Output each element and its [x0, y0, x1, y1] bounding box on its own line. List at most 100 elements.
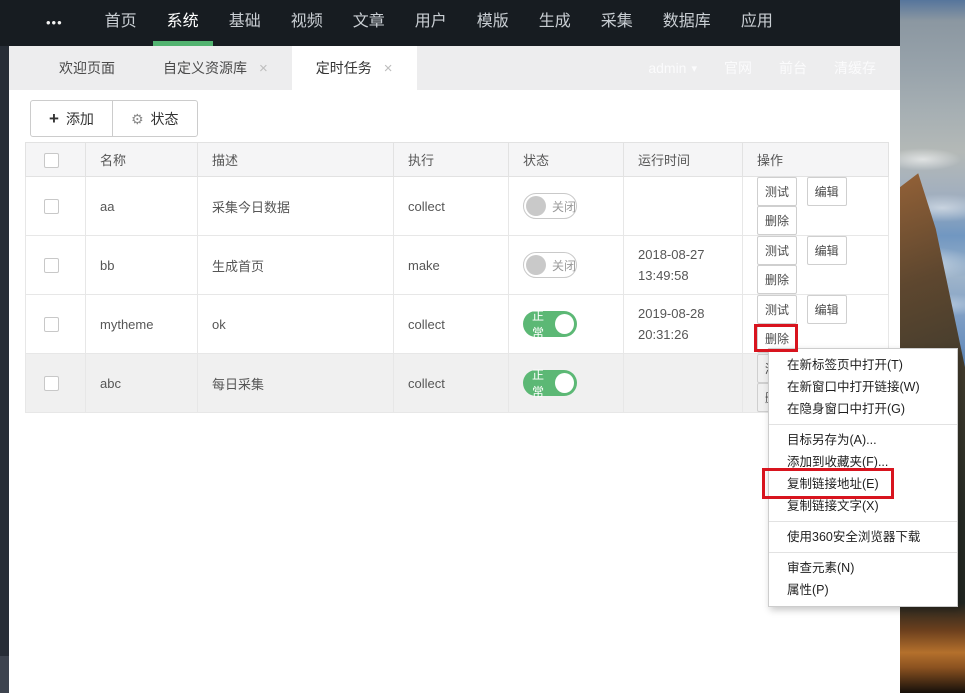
- user-menu[interactable]: admin ▾: [648, 60, 697, 76]
- add-button-label: 添加: [65, 110, 94, 127]
- nav-item-video[interactable]: 视频: [276, 0, 338, 46]
- add-button[interactable]: + 添加: [30, 100, 113, 137]
- nav-item-system[interactable]: 系统: [152, 0, 214, 46]
- toggle-knob-icon: [554, 314, 574, 334]
- nav-item-collect[interactable]: 采集: [586, 0, 648, 46]
- nav-item-article[interactable]: 文章: [338, 0, 400, 46]
- row-checkbox[interactable]: [44, 199, 59, 215]
- cell-name: bb: [85, 235, 198, 295]
- task-table: 名称 描述 执行 状态 运行时间 操作 aa 采集今日数据 collect 关闭…: [25, 142, 889, 413]
- plus-icon: +: [49, 109, 59, 128]
- wallpaper-water-reflection: [900, 602, 965, 693]
- menu-item-open-incognito[interactable]: 在隐身窗口中打开(G): [769, 398, 957, 420]
- nav-item-generate[interactable]: 生成: [524, 0, 586, 46]
- tab-close-icon[interactable]: ×: [384, 61, 393, 76]
- menu-item-open-new-tab[interactable]: 在新标签页中打开(T): [769, 354, 957, 376]
- top-nav: ••• 首页 系统 基础 视频 文章 用户 模版 生成 采集 数据库 应用: [0, 0, 900, 46]
- delete-button[interactable]: 删除: [757, 206, 798, 235]
- username: admin: [648, 60, 687, 76]
- menu-item-inspect-element[interactable]: 审查元素(N): [769, 557, 957, 579]
- gear-icon: ⚙: [130, 110, 144, 127]
- cell-exec: make: [393, 235, 509, 295]
- content-area: + 添加 ⚙ 状态 名称 描述 执行 状态 运行时间 操作 aa 采集今日数据 …: [9, 90, 900, 693]
- annotation-box-test-button: [754, 324, 798, 352]
- table-row: abc 每日采集 collect 正常 测试 编辑 删除: [25, 353, 889, 413]
- cell-description: 生成首页: [197, 235, 394, 295]
- more-menu-icon[interactable]: •••: [46, 0, 63, 46]
- table-header-row: 名称 描述 执行 状态 运行时间 操作: [25, 142, 889, 177]
- cell-name: aa: [85, 176, 198, 236]
- left-edge-strip: [0, 46, 9, 656]
- status-toggle[interactable]: 关闭: [523, 193, 577, 219]
- menu-separator: [769, 521, 957, 522]
- userlink-clear-cache[interactable]: 清缓存: [834, 58, 876, 78]
- nav-item-user[interactable]: 用户: [400, 0, 462, 46]
- nav-item-app[interactable]: 应用: [726, 0, 788, 46]
- annotation-box-copy-link-address: [762, 468, 894, 499]
- menu-item-properties[interactable]: 属性(P): [769, 579, 957, 601]
- userlink-front-site[interactable]: 前台: [779, 58, 807, 78]
- table-row: bb 生成首页 make 关闭 2018-08-27 13:49:58 测试 编…: [25, 235, 889, 295]
- tab-welcome[interactable]: 欢迎页面: [35, 46, 139, 90]
- nav-item-basic[interactable]: 基础: [214, 0, 276, 46]
- cell-actions: 测试 编辑 删除: [742, 235, 889, 295]
- userlink-official-site[interactable]: 官网: [724, 58, 752, 78]
- status-button-label: 状态: [150, 110, 179, 127]
- cell-description: 每日采集: [197, 353, 394, 413]
- edit-button[interactable]: 编辑: [806, 177, 847, 206]
- tab-close-icon[interactable]: ×: [259, 61, 268, 76]
- menu-separator: [769, 552, 957, 553]
- status-toggle[interactable]: 正常: [523, 368, 577, 399]
- header-exec: 执行: [393, 142, 509, 177]
- status-toggle[interactable]: 正常: [523, 309, 577, 340]
- cell-exec: collect: [393, 294, 509, 354]
- test-button[interactable]: 测试: [757, 295, 798, 324]
- test-button[interactable]: 测试: [757, 177, 798, 206]
- tab-bar: 欢迎页面 自定义资源库 × 定时任务 × admin ▾ 官网 前台 清缓存: [9, 46, 900, 90]
- row-checkbox[interactable]: [44, 376, 59, 392]
- tab-custom-resource[interactable]: 自定义资源库 ×: [139, 46, 292, 90]
- user-bar: admin ▾ 官网 前台 清缓存: [648, 46, 876, 90]
- test-button[interactable]: 测试: [757, 236, 798, 265]
- nav-item-home[interactable]: 首页: [90, 0, 152, 46]
- toggle-knob-icon: [526, 255, 546, 275]
- cell-description: 采集今日数据: [197, 176, 394, 236]
- toggle-knob-icon: [526, 196, 546, 216]
- delete-button[interactable]: 删除: [757, 265, 798, 294]
- header-status: 状态: [508, 142, 624, 177]
- cell-description: ok: [197, 294, 394, 354]
- edit-button[interactable]: 编辑: [806, 295, 847, 324]
- select-all-checkbox[interactable]: [44, 152, 59, 168]
- header-actions: 操作: [742, 142, 889, 177]
- row-checkbox[interactable]: [44, 258, 59, 274]
- cell-runtime: [623, 176, 743, 236]
- table-row: aa 采集今日数据 collect 关闭 测试 编辑 删除: [25, 176, 889, 236]
- toolbar: + 添加 ⚙ 状态: [30, 100, 198, 137]
- header-description: 描述: [197, 142, 394, 177]
- cell-runtime: 2018-08-27 13:49:58: [623, 235, 743, 295]
- status-toggle[interactable]: 关闭: [523, 252, 577, 278]
- nav-items: 首页 系统 基础 视频 文章 用户 模版 生成 采集 数据库 应用: [90, 0, 788, 46]
- tab-scheduled-task[interactable]: 定时任务 ×: [291, 46, 417, 90]
- menu-separator: [769, 424, 957, 425]
- cell-runtime: 2019-08-28 20:31:26: [623, 294, 743, 354]
- cell-name: abc: [85, 353, 198, 413]
- tabs: 欢迎页面 自定义资源库 × 定时任务 ×: [35, 46, 417, 90]
- nav-item-template[interactable]: 模版: [462, 0, 524, 46]
- cell-actions: 测试 编辑 删除: [742, 176, 889, 236]
- cell-exec: collect: [393, 176, 509, 236]
- menu-item-download-with-360[interactable]: 使用360安全浏览器下载: [769, 526, 957, 548]
- cell-runtime: [623, 353, 743, 413]
- nav-item-database[interactable]: 数据库: [648, 0, 726, 46]
- toggle-knob-icon: [554, 373, 574, 393]
- caret-down-icon: ▾: [691, 62, 697, 75]
- edit-button[interactable]: 编辑: [806, 236, 847, 265]
- cell-name: mytheme: [85, 294, 198, 354]
- cell-exec: collect: [393, 353, 509, 413]
- menu-item-open-new-window[interactable]: 在新窗口中打开链接(W): [769, 376, 957, 398]
- header-runtime: 运行时间: [623, 142, 743, 177]
- menu-item-save-target-as[interactable]: 目标另存为(A)...: [769, 429, 957, 451]
- header-name: 名称: [85, 142, 198, 177]
- row-checkbox[interactable]: [44, 317, 59, 333]
- status-button[interactable]: ⚙ 状态: [111, 100, 198, 137]
